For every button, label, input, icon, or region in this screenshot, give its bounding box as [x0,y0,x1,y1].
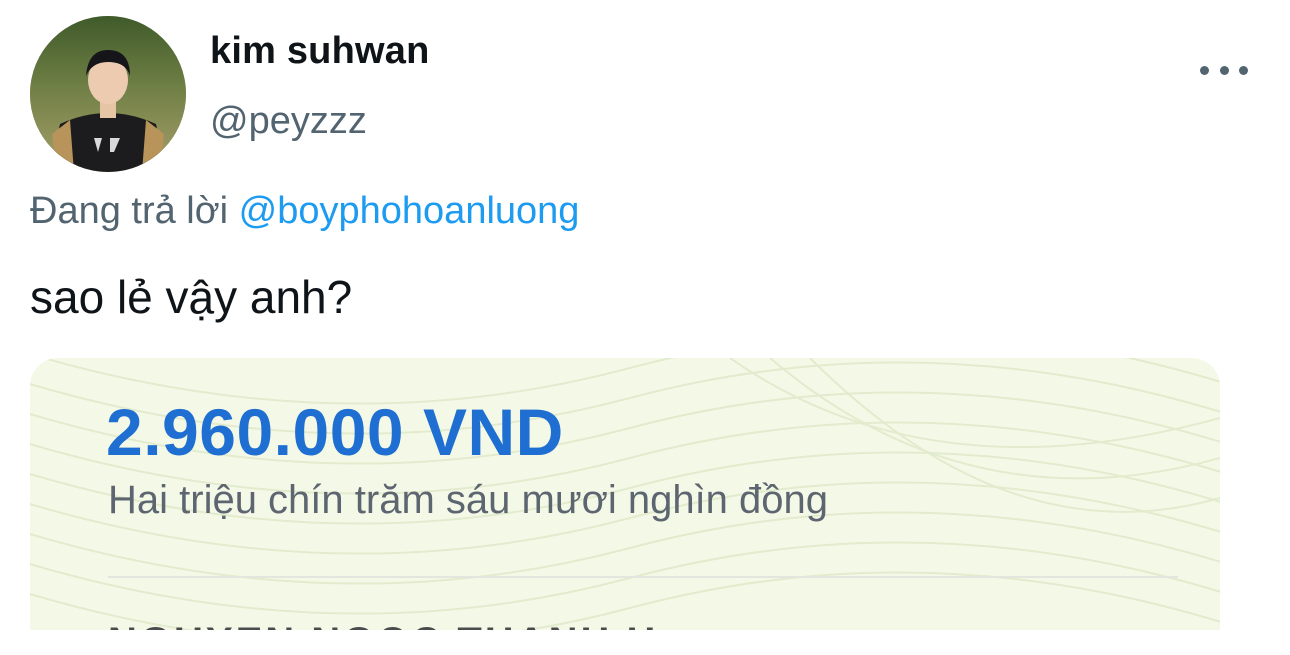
more-dot [1219,65,1229,75]
avatar[interactable] [30,16,186,172]
reply-mention-link[interactable]: @boyphohoanluong [239,190,580,232]
display-name[interactable]: kim suhwan [210,30,430,73]
avatar-photo [30,16,186,172]
replying-to-label: Đang trả lời [30,190,229,232]
divider [108,576,1178,578]
more-dot [1200,65,1209,75]
tweet-text: sao lẻ vậy anh? [30,271,353,323]
replying-to: Đang trả lời @boyphohoanluong [30,190,579,233]
user-handle[interactable]: @peyzzz [210,100,367,143]
cut-off-recipient-text: NGUYEN NGOC THANH H [108,620,658,630]
transfer-amount: 2.960.000 VND [106,395,564,469]
transfer-amount-words: Hai triệu chín trăm sáu mươi nghìn đồng [108,478,829,522]
tweet-media-image[interactable]: 2.960.000 VND Hai triệu chín trăm sáu mư… [30,358,1220,630]
more-horizontal-icon[interactable] [1200,58,1248,82]
more-dot [1239,65,1248,75]
